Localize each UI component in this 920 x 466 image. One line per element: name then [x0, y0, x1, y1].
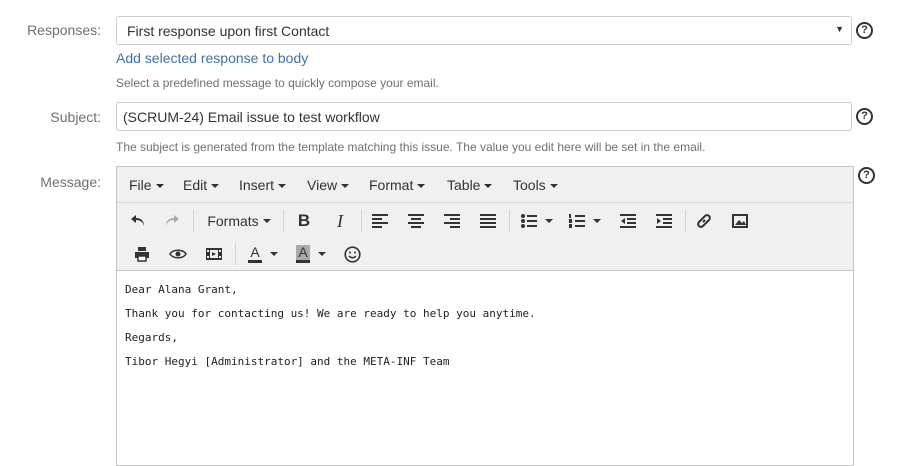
menu-file[interactable]: File	[129, 177, 164, 193]
help-icon[interactable]: ?	[856, 22, 873, 39]
preview-icon[interactable]	[167, 242, 189, 266]
bullet-list-icon[interactable]	[517, 209, 557, 233]
responses-selected-value: First response upon first Contact	[127, 23, 330, 39]
align-center-icon[interactable]	[405, 209, 427, 233]
align-right-icon[interactable]	[441, 209, 463, 233]
help-icon[interactable]: ?	[856, 108, 873, 125]
justify-icon[interactable]	[477, 209, 499, 233]
subject-input[interactable]	[116, 102, 852, 131]
editor-toolbar-area: File Edit Insert View Format Table Tools…	[117, 167, 853, 271]
message-editor[interactable]: File Edit Insert View Format Table Tools…	[116, 166, 854, 466]
body-line-thanks: Thank you for contacting us! We are read…	[125, 307, 536, 320]
clipped-text-above	[116, 0, 856, 3]
print-icon[interactable]	[131, 242, 153, 266]
editor-menubar: File Edit Insert View Format Table Tools	[117, 167, 853, 203]
outdent-icon[interactable]	[617, 209, 639, 233]
subject-label: Subject:	[50, 109, 101, 125]
menu-tools[interactable]: Tools	[513, 177, 558, 193]
menu-format[interactable]: Format	[369, 177, 426, 193]
redo-icon[interactable]	[161, 209, 183, 233]
body-line-regards: Regards,	[125, 331, 178, 344]
text-color-button[interactable]: A	[243, 242, 283, 266]
menu-insert[interactable]: Insert	[239, 177, 287, 193]
background-color-button[interactable]: A	[291, 242, 331, 266]
link-icon[interactable]	[693, 209, 715, 233]
responses-label: Responses:	[27, 22, 101, 38]
formats-dropdown[interactable]: Formats	[203, 209, 275, 233]
message-label: Message:	[40, 174, 101, 190]
add-response-link[interactable]: Add selected response to body	[116, 50, 308, 66]
responses-select[interactable]: First response upon first Contact ▼	[116, 16, 852, 45]
indent-icon[interactable]	[653, 209, 675, 233]
subject-hint: The subject is generated from the templa…	[116, 140, 706, 154]
menu-table[interactable]: Table	[447, 177, 493, 193]
help-icon[interactable]: ?	[858, 167, 875, 184]
numbered-list-icon[interactable]	[565, 209, 605, 233]
image-icon[interactable]	[729, 209, 751, 233]
undo-icon[interactable]	[127, 209, 149, 233]
menu-view[interactable]: View	[307, 177, 350, 193]
chevron-down-icon: ▼	[835, 24, 844, 34]
body-line-signature: Tibor Hegyi [Administrator] and the META…	[125, 355, 450, 368]
responses-hint: Select a predefined message to quickly c…	[116, 76, 439, 90]
menu-edit[interactable]: Edit	[183, 177, 220, 193]
italic-button[interactable]: I	[329, 209, 351, 233]
align-left-icon[interactable]	[369, 209, 391, 233]
body-line-greeting: Dear Alana Grant,	[125, 283, 238, 296]
bold-button[interactable]: B	[293, 209, 315, 233]
media-icon[interactable]	[203, 242, 225, 266]
emoticon-icon[interactable]	[341, 242, 363, 266]
